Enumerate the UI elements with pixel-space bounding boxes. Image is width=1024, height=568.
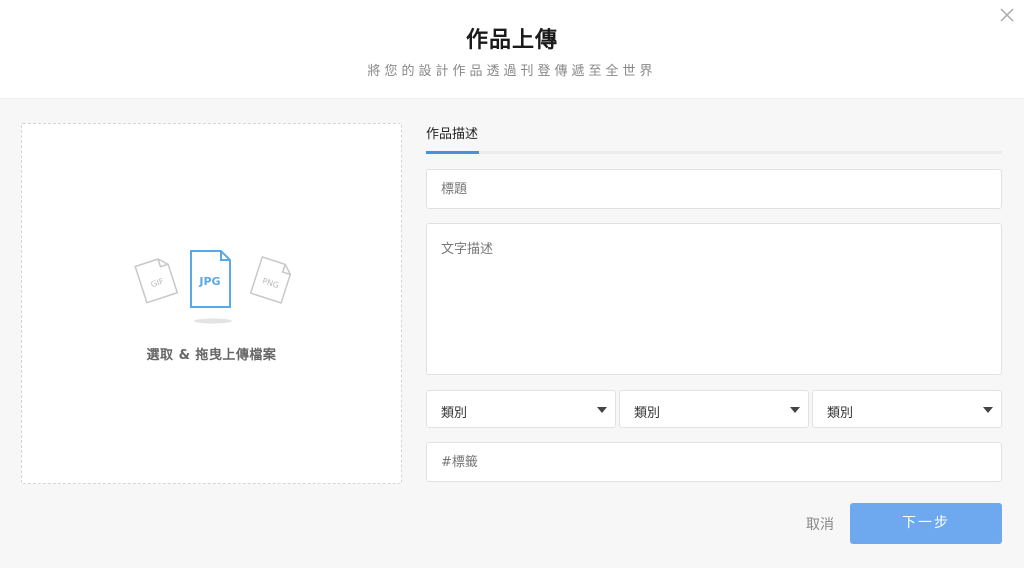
jpg-file-icon: JPG <box>190 250 231 308</box>
tags-input[interactable] <box>426 442 1002 482</box>
cancel-button[interactable]: 取消 <box>795 514 845 534</box>
category-select-1[interactable]: 類別 <box>426 390 616 428</box>
category-select-label: 類別 <box>827 406 854 421</box>
tab-description[interactable]: 作品描述 <box>426 123 478 142</box>
category-select-2[interactable]: 類別 <box>619 390 809 428</box>
category-select-label: 類別 <box>634 406 661 421</box>
file-shadow <box>194 318 232 324</box>
caret-down-icon <box>597 407 607 413</box>
tab-active-indicator <box>426 151 479 154</box>
page-subtitle: 將您的設計作品透過刊登傳遞至全世界 <box>367 64 657 79</box>
upload-instruction: 選取 & 拖曳上傳檔案 <box>146 348 277 363</box>
modal-header: 作品上傳 將您的設計作品透過刊登傳遞至全世界 <box>0 0 1024 99</box>
upload-dropzone[interactable]: GIF JPG PNG 選取 & 拖曳上傳檔案 <box>21 123 402 484</box>
next-button[interactable]: 下一步 <box>850 503 1002 544</box>
description-textarea[interactable] <box>426 223 1002 375</box>
category-select-label: 類別 <box>441 406 468 421</box>
tab-track <box>426 151 1002 154</box>
title-input[interactable] <box>426 169 1002 209</box>
file-icons: GIF JPG PNG <box>134 250 292 324</box>
gif-file-icon: GIF <box>134 258 179 304</box>
category-select-3[interactable]: 類別 <box>812 390 1002 428</box>
jpg-label: JPG <box>198 275 220 288</box>
caret-down-icon <box>983 407 993 413</box>
close-icon[interactable] <box>998 6 1016 24</box>
png-file-icon: PNG <box>249 255 292 304</box>
caret-down-icon <box>790 407 800 413</box>
page-title: 作品上傳 <box>465 28 558 53</box>
